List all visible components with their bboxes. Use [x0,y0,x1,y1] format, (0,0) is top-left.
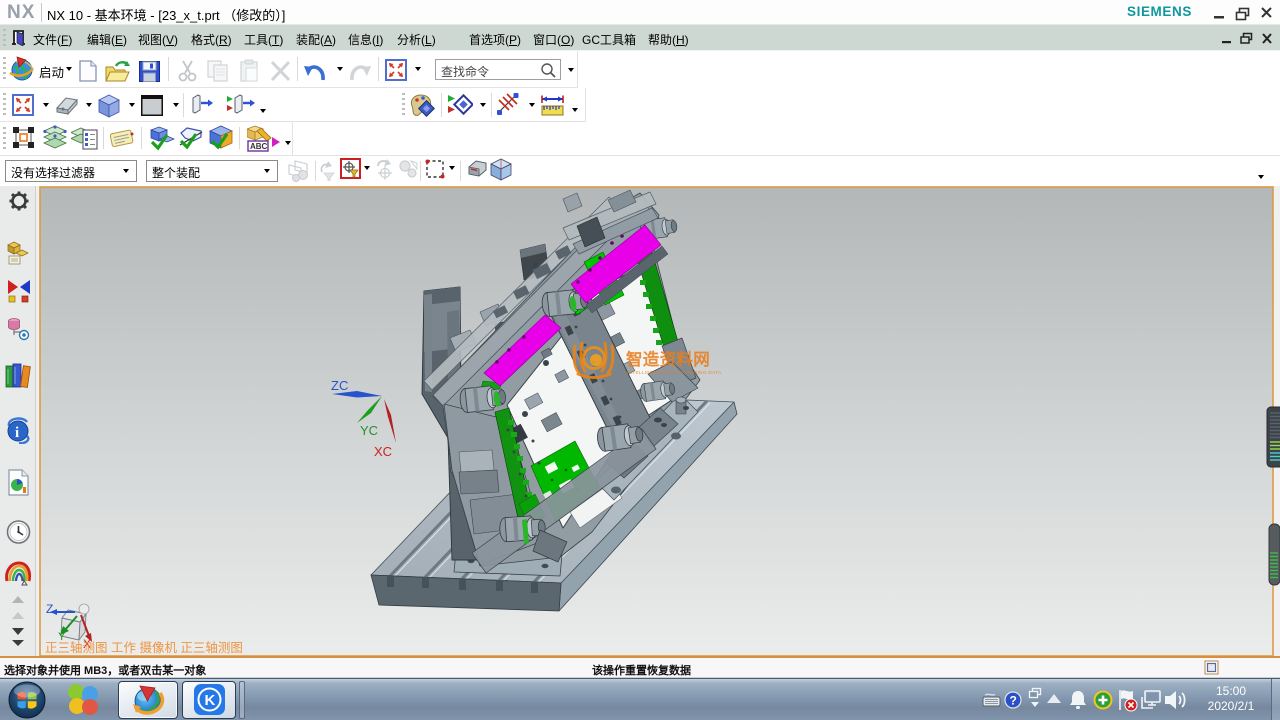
svg-text:INTELLIGENT MANUFACTURING DATA: INTELLIGENT MANUFACTURING DATA [627,370,722,375]
svg-text:智造资料网: 智造资料网 [626,349,710,369]
svg-text:Z: Z [46,602,53,616]
svg-text:XC: XC [374,444,392,459]
svg-text:ABC: ABC [250,142,268,151]
svg-text:K: K [205,692,216,709]
svg-text:?: ? [1010,694,1017,708]
svg-text:i: i [15,425,19,441]
svg-text:正三轴测图 工作 摄像机 正三轴测图: 正三轴测图 工作 摄像机 正三轴测图 [45,640,243,655]
svg-text:YC: YC [360,423,378,438]
svg-text:ZC: ZC [331,378,348,393]
